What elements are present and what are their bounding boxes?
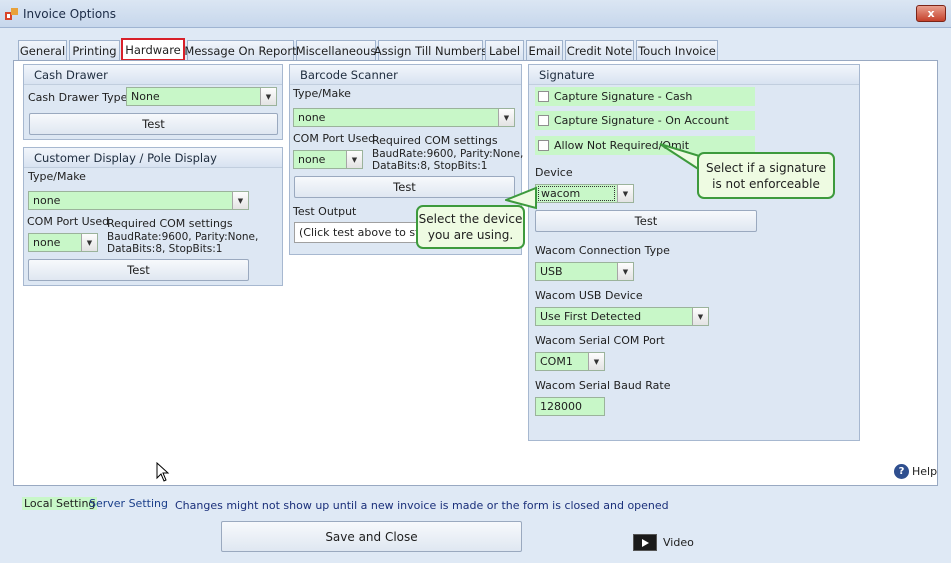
app-icon <box>5 8 18 20</box>
customer-display-type-label: Type/Make <box>28 170 86 183</box>
wacom-connection-type-select[interactable]: USB ▼ <box>535 262 634 281</box>
checkbox-unchecked-icon <box>538 140 549 151</box>
help-button[interactable]: ? Help <box>894 464 937 479</box>
video-link[interactable]: Video <box>633 534 694 551</box>
capture-signature-account-checkbox[interactable]: Capture Signature - On Account <box>535 111 755 130</box>
barcode-type-select[interactable]: none ▼ <box>293 108 515 127</box>
customer-display-type-value: none <box>33 194 61 207</box>
help-icon: ? <box>894 464 909 479</box>
barcode-test-output-label: Test Output <box>293 205 357 218</box>
server-setting-legend: Server Setting <box>89 497 168 510</box>
barcode-com-port-value: none <box>298 153 326 166</box>
signature-callout: Select if a signature is not enforceable <box>697 152 835 199</box>
signature-test-button[interactable]: Test <box>535 210 757 232</box>
local-setting-legend: Local Setting <box>22 497 98 510</box>
customer-display-title: Customer Display / Pole Display <box>24 148 282 168</box>
wacom-serial-com-port-value: COM1 <box>540 355 573 368</box>
chevron-down-icon: ▼ <box>617 185 633 202</box>
barcode-scanner-title: Barcode Scanner <box>290 65 521 85</box>
customer-display-test-button[interactable]: Test <box>28 259 249 281</box>
signature-title: Signature <box>529 65 859 85</box>
customer-display-com-port-select[interactable]: none ▼ <box>28 233 98 252</box>
cash-drawer-type-value: None <box>131 90 160 103</box>
tab-email[interactable]: Email <box>526 40 563 60</box>
chevron-down-icon: ▼ <box>617 263 633 280</box>
save-and-close-button[interactable]: Save and Close <box>221 521 522 552</box>
barcode-type-value: none <box>298 111 326 124</box>
tab-credit-note[interactable]: Credit Note <box>565 40 634 60</box>
close-icon: x <box>927 7 935 20</box>
customer-display-type-select[interactable]: none ▼ <box>28 191 249 210</box>
device-value: wacom <box>538 186 615 201</box>
chevron-down-icon: ▼ <box>346 151 362 168</box>
wacom-serial-com-port-label: Wacom Serial COM Port <box>535 334 665 347</box>
wacom-usb-device-value: Use First Detected <box>540 310 642 323</box>
checkbox-unchecked-icon <box>538 91 549 102</box>
chevron-down-icon: ▼ <box>81 234 97 251</box>
cash-drawer-type-label: Cash Drawer Type <box>28 91 128 104</box>
wacom-usb-device-select[interactable]: Use First Detected ▼ <box>535 307 709 326</box>
tab-miscellaneous[interactable]: Miscellaneous <box>296 40 376 60</box>
device-label: Device <box>535 166 573 179</box>
cash-drawer-type-select[interactable]: None ▼ <box>126 87 277 106</box>
wacom-serial-baud-rate-field[interactable]: 128000 <box>535 397 605 416</box>
cash-drawer-title: Cash Drawer <box>24 65 282 85</box>
tab-general[interactable]: General <box>18 40 67 60</box>
wacom-serial-baud-rate-value: 128000 <box>540 400 582 413</box>
checkbox-unchecked-icon <box>538 115 549 126</box>
close-button[interactable]: x <box>916 5 946 22</box>
barcode-required-settings: Required COM settings BaudRate:9600, Par… <box>372 134 524 172</box>
capture-signature-cash-checkbox[interactable]: Capture Signature - Cash <box>535 87 755 106</box>
device-callout: Select the device you are using. <box>416 205 525 249</box>
chevron-down-icon: ▼ <box>588 353 604 370</box>
title-bar: Invoice Options x <box>0 0 951 28</box>
wacom-connection-type-value: USB <box>540 265 563 278</box>
customer-display-com-port-value: none <box>33 236 61 249</box>
video-play-icon <box>633 534 657 551</box>
barcode-com-port-select[interactable]: none ▼ <box>293 150 363 169</box>
cash-drawer-test-button[interactable]: Test <box>29 113 278 135</box>
tab-touch-invoice[interactable]: Touch Invoice <box>636 40 718 60</box>
mouse-cursor-icon <box>156 462 170 482</box>
barcode-com-port-label: COM Port Used <box>293 132 376 145</box>
wacom-serial-baud-rate-label: Wacom Serial Baud Rate <box>535 379 671 392</box>
tab-hardware[interactable]: Hardware <box>121 38 185 61</box>
wacom-serial-com-port-select[interactable]: COM1 ▼ <box>535 352 605 371</box>
device-select[interactable]: wacom ▼ <box>535 184 634 203</box>
customer-display-com-port-label: COM Port Used <box>27 215 110 228</box>
customer-display-required-settings: Required COM settings BaudRate:9600, Par… <box>107 217 259 255</box>
wacom-usb-device-label: Wacom USB Device <box>535 289 643 302</box>
tab-printing[interactable]: Printing <box>69 40 120 60</box>
chevron-down-icon: ▼ <box>498 109 514 126</box>
tab-message-on-report[interactable]: Message On Report <box>184 40 297 60</box>
chevron-down-icon: ▼ <box>692 308 708 325</box>
tab-label[interactable]: Label <box>485 40 524 60</box>
barcode-test-button[interactable]: Test <box>294 176 515 198</box>
chevron-down-icon: ▼ <box>232 192 248 209</box>
barcode-type-label: Type/Make <box>293 87 351 100</box>
changes-notice: Changes might not show up until a new in… <box>175 499 669 512</box>
window-title: Invoice Options <box>23 7 117 21</box>
tab-assign-till-numbers[interactable]: Assign Till Numbers <box>374 40 487 60</box>
chevron-down-icon: ▼ <box>260 88 276 105</box>
wacom-connection-type-label: Wacom Connection Type <box>535 244 670 257</box>
